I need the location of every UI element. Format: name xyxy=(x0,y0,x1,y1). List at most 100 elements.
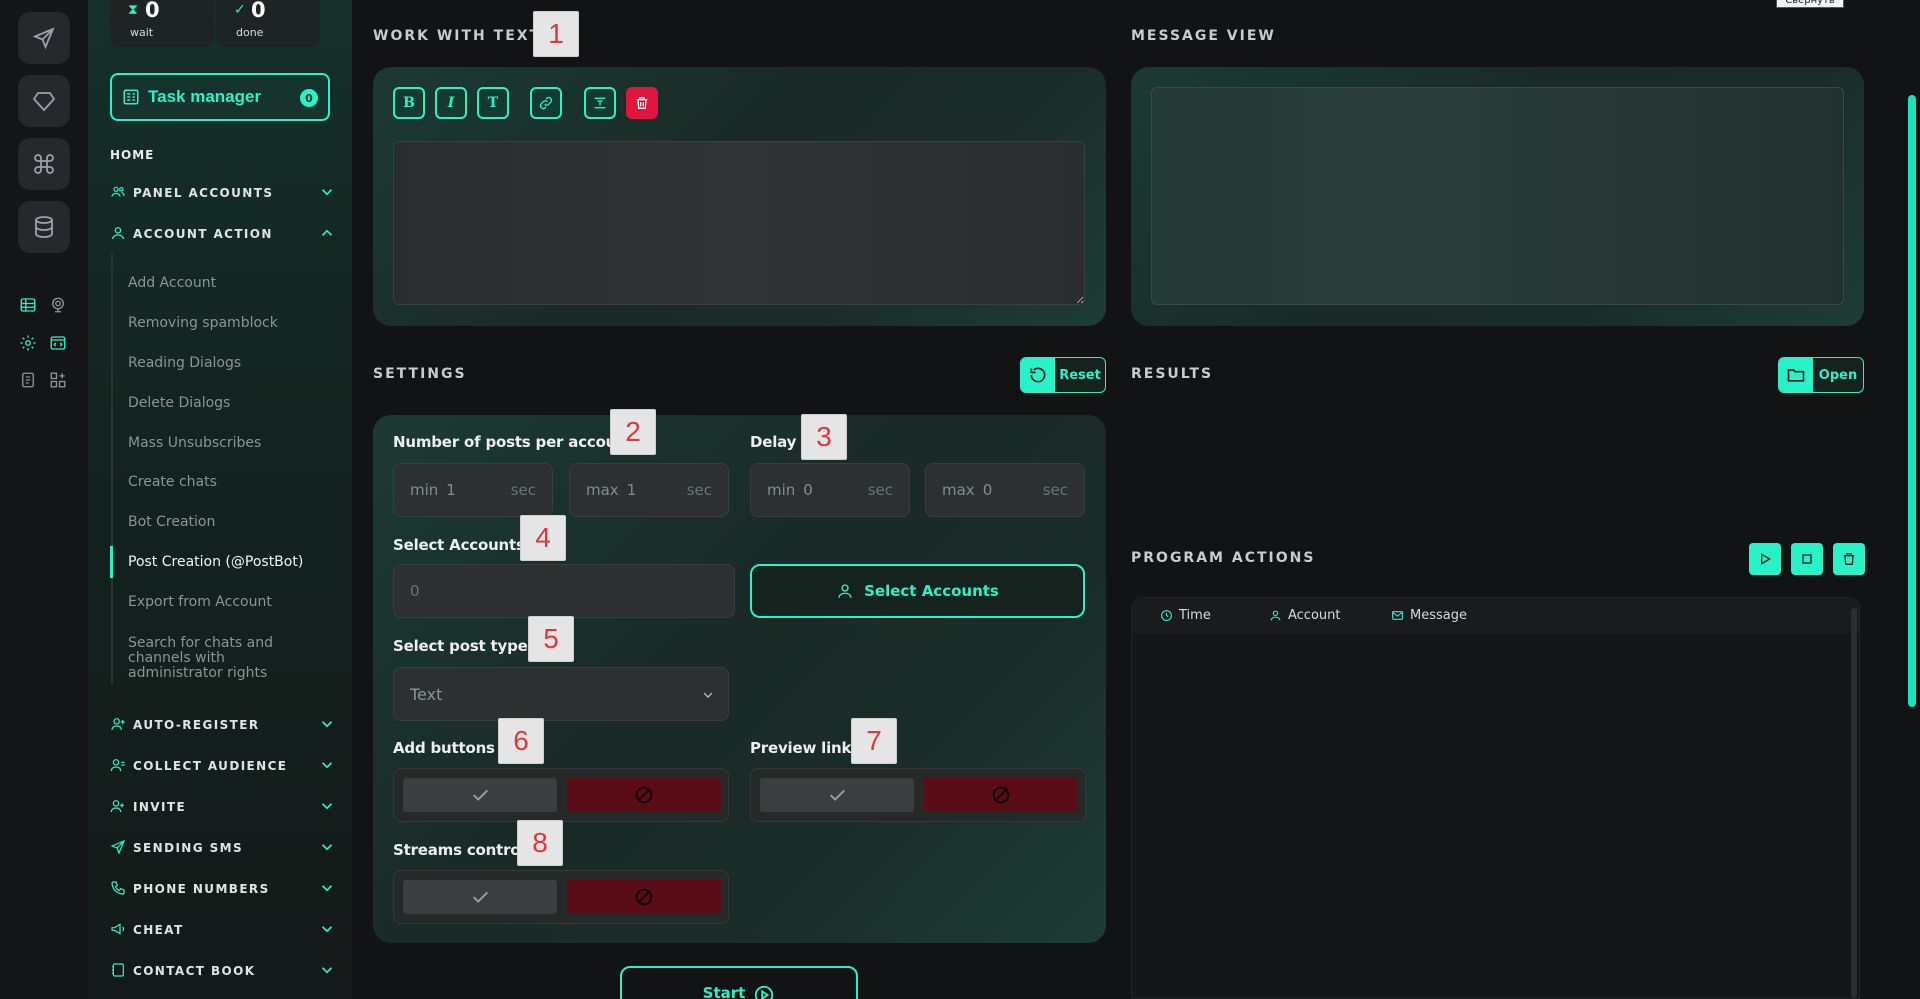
preview-links-disable[interactable] xyxy=(924,778,1078,812)
task-list-icon xyxy=(123,89,139,105)
check-icon xyxy=(829,789,845,801)
streams-control-disable[interactable] xyxy=(567,880,721,914)
format-button[interactable] xyxy=(584,87,616,119)
log-scrollbar[interactable] xyxy=(1851,608,1857,998)
max-prefix: max xyxy=(942,481,975,499)
tooltip: Свернуть xyxy=(1776,0,1844,8)
column-message[interactable]: Message xyxy=(1391,608,1467,623)
streams-control-label: Streams control xyxy=(393,841,526,859)
diamond-icon[interactable] xyxy=(18,75,70,127)
sidebar-subitem-reading-dialogs[interactable]: Reading Dialogs xyxy=(128,356,328,371)
posts-min-value: 1 xyxy=(446,481,456,499)
play-circle-icon xyxy=(755,985,774,999)
stop-button[interactable] xyxy=(1791,543,1823,575)
task-manager-button[interactable]: Task manager 0 xyxy=(110,73,330,121)
italic-button[interactable]: I xyxy=(435,87,467,119)
start-label: Start xyxy=(702,984,746,999)
marker-4: 4 xyxy=(520,515,566,561)
min-prefix: min xyxy=(767,481,796,499)
preview-links-enable[interactable] xyxy=(760,778,914,812)
sidebar-item-label: SENDING SMS xyxy=(133,841,244,855)
sidebar-item-account-action[interactable]: ACCOUNT ACTION xyxy=(110,224,336,244)
sidebar-item-invite[interactable]: INVITE xyxy=(110,797,336,817)
megaphone-icon xyxy=(110,921,126,940)
delay-max-input[interactable]: max 0 sec xyxy=(925,463,1085,517)
column-time[interactable]: Time xyxy=(1160,608,1211,623)
marker-2: 2 xyxy=(610,409,656,455)
sidebar-subitem-search-chats[interactable]: Search for chats and channels with admin… xyxy=(128,636,318,681)
text-button[interactable]: T xyxy=(477,87,509,119)
chevron-down-icon xyxy=(318,756,336,774)
page-scrollbar[interactable] xyxy=(1908,95,1916,707)
user-icon xyxy=(110,225,126,244)
sidebar-subitem-add-account[interactable]: Add Account xyxy=(128,276,328,291)
streams-control-enable[interactable] xyxy=(403,880,557,914)
open-label: Open xyxy=(1818,367,1858,383)
delay-min-input[interactable]: min 0 sec xyxy=(750,463,910,517)
wait-label: wait xyxy=(130,26,154,39)
play-icon xyxy=(1761,553,1771,565)
sidebar-item-collect-audience[interactable]: COLLECT AUDIENCE xyxy=(110,756,336,776)
chevron-down-icon xyxy=(700,687,716,703)
link-button[interactable] xyxy=(530,87,562,119)
icon-rail xyxy=(0,0,88,999)
sidebar-subitem-export-from-account[interactable]: Export from Account xyxy=(128,595,328,610)
trash-icon xyxy=(636,97,648,109)
table-icon[interactable] xyxy=(18,295,38,315)
selected-accounts-count[interactable]: 0 xyxy=(393,564,735,618)
sidebar-item-panel-accounts[interactable]: PANEL ACCOUNTS xyxy=(110,183,336,203)
open-results-button[interactable]: Open xyxy=(1778,357,1864,393)
code-window-icon[interactable] xyxy=(48,333,68,353)
column-account[interactable]: Account xyxy=(1269,608,1341,623)
sidebar-subitem-post-creation[interactable]: Post Creation (@PostBot) xyxy=(128,555,328,570)
bold-button[interactable]: B xyxy=(393,87,425,119)
submenu-line xyxy=(111,252,113,684)
start-button[interactable]: Start xyxy=(620,966,858,999)
apps-icon[interactable] xyxy=(48,370,68,390)
task-manager-label: Task manager xyxy=(148,87,262,106)
sidebar-item-home[interactable]: HOME xyxy=(110,148,154,162)
add-buttons-disable[interactable] xyxy=(567,778,721,812)
clear-text-button[interactable] xyxy=(626,87,658,119)
settings-icon[interactable] xyxy=(18,333,38,353)
document-icon[interactable] xyxy=(18,370,38,390)
sidebar-item-label: COLLECT AUDIENCE xyxy=(133,759,288,773)
post-text-editor[interactable] xyxy=(393,141,1085,305)
message-view-title: MESSAGE VIEW xyxy=(1131,28,1276,44)
add-buttons-enable[interactable] xyxy=(403,778,557,812)
select-accounts-button[interactable]: Select Accounts xyxy=(750,564,1085,618)
streams-control-toggle xyxy=(393,870,729,924)
sidebar-item-cheat[interactable]: CHEAT xyxy=(110,920,336,940)
webcam-icon[interactable] xyxy=(48,295,68,315)
marker-1: 1 xyxy=(533,11,579,57)
sidebar-item-sending-sms[interactable]: SENDING SMS xyxy=(110,838,336,858)
database-icon[interactable] xyxy=(18,201,70,253)
posts-max-input[interactable]: max 1 sec xyxy=(569,463,729,517)
delay-min-value: 0 xyxy=(803,481,813,499)
posts-min-input[interactable]: min 1 sec xyxy=(393,463,553,517)
play-button[interactable] xyxy=(1749,543,1781,575)
sidebar-subitem-mass-unsubscribes[interactable]: Mass Unsubscribes xyxy=(128,436,328,451)
chevron-down-icon xyxy=(318,715,336,733)
log-header: Time Account Message xyxy=(1132,598,1859,634)
column-time-label: Time xyxy=(1179,608,1211,623)
sidebar-subitem-removing-spamblock[interactable]: Removing spamblock xyxy=(128,316,328,331)
sidebar-item-auto-register[interactable]: AUTO-REGISTER xyxy=(110,715,336,735)
sidebar-item-label: PHONE NUMBERS xyxy=(133,882,270,896)
send-icon xyxy=(110,839,126,858)
reset-button[interactable]: Reset xyxy=(1020,357,1106,393)
delay-label: Delay xyxy=(750,433,797,451)
post-type-select[interactable]: Text xyxy=(393,667,729,721)
sidebar-item-contact-book[interactable]: CONTACT BOOK xyxy=(110,961,336,981)
clear-log-button[interactable] xyxy=(1833,543,1865,575)
folder-icon xyxy=(1779,358,1813,392)
sidebar-subitem-delete-dialogs[interactable]: Delete Dialogs xyxy=(128,396,328,411)
text-format-icon xyxy=(594,97,606,109)
sidebar-item-phone-numbers[interactable]: PHONE NUMBERS xyxy=(110,879,336,899)
ban-icon xyxy=(635,786,653,804)
sidebar-subitem-bot-creation[interactable]: Bot Creation xyxy=(128,515,328,530)
chevron-down-icon xyxy=(318,838,336,856)
sidebar-subitem-create-chats[interactable]: Create chats xyxy=(128,475,328,490)
send-icon[interactable] xyxy=(18,12,70,64)
command-icon[interactable] xyxy=(18,138,70,190)
